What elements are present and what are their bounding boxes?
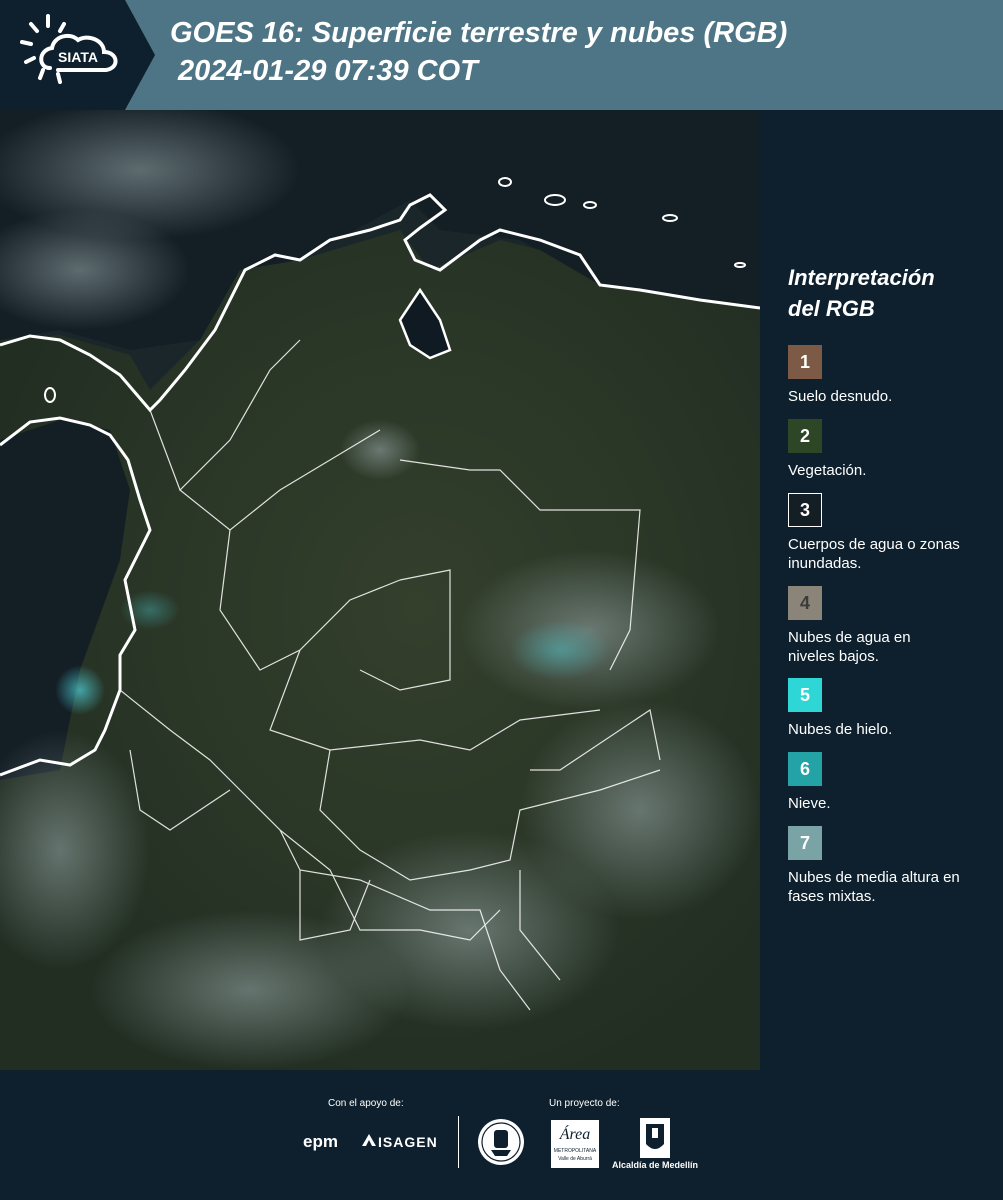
crest-icon (640, 1118, 670, 1158)
svg-text:SIATA: SIATA (58, 49, 98, 65)
area-metropolitana-logo: Área METROPOLITANA Valle de Aburrá (551, 1120, 599, 1168)
title-product: GOES 16: Superficie terrestre y nubes (R… (170, 17, 788, 49)
legend-label: Nieve. (788, 795, 831, 812)
legend-swatch: 7 (788, 826, 822, 860)
legend-item-bare-soil: 1 Suelo desnudo. (788, 345, 988, 406)
alcaldia-label: Alcaldía de Medellín (612, 1160, 699, 1170)
legend-item-snow: 6 Nieve. (788, 752, 988, 813)
title-datetime: 2024-01-29 07:39 COT (178, 55, 478, 87)
legend-label: Nubes de agua en niveles bajos. (788, 629, 911, 665)
rgb-map-graphic (0, 110, 760, 1070)
siata-logo-graphic: SIATA (0, 0, 155, 110)
project-label: Un proyecto de: (549, 1098, 620, 1109)
legend-swatch: 6 (788, 752, 822, 786)
seal-icon (478, 1119, 524, 1165)
header-bar: SIATA GOES 16: Superficie terrestre y nu… (0, 0, 1003, 110)
epm-logo: epm (303, 1132, 338, 1151)
support-label: Con el apoyo de: (328, 1098, 404, 1109)
legend-label: Nubes de media altura en fases mixtas. (788, 869, 960, 905)
footer-sponsors: Con el apoyo de: Un proyecto de: epm ISA… (0, 1070, 1003, 1200)
medellin-seal (477, 1118, 525, 1171)
satellite-map (0, 110, 760, 1070)
legend-item-mid-level-clouds: 7 Nubes de media altura en fases mixtas. (788, 826, 988, 906)
legend-title: Interpretación del RGB (788, 265, 935, 321)
isagen-icon (362, 1134, 376, 1146)
legend-swatch: 1 (788, 345, 822, 379)
legend-item-water-bodies: 3 Cuerpos de agua o zonas inundadas. (788, 493, 988, 573)
page-title: GOES 16: Superficie terrestre y nubes (R… (170, 14, 787, 90)
siata-logo: SIATA (0, 0, 155, 110)
legend-swatch: 5 (788, 678, 822, 712)
legend-label: Suelo desnudo. (788, 388, 893, 405)
legend-swatch: 2 (788, 419, 822, 453)
legend-swatch: 3 (788, 493, 822, 527)
legend-item-low-water-clouds: 4 Nubes de agua en niveles bajos. (788, 586, 988, 666)
legend-item-vegetation: 2 Vegetación. (788, 419, 988, 480)
legend-label: Nubes de hielo. (788, 721, 893, 738)
legend-label: Vegetación. (788, 462, 867, 479)
footer-divider (458, 1116, 459, 1168)
alcaldia-crest (640, 1118, 670, 1163)
legend-item-ice-clouds: 5 Nubes de hielo. (788, 678, 988, 739)
legend-panel: Interpretación del RGB 1 Suelo desnudo. … (760, 110, 1003, 1070)
legend-swatch: 4 (788, 586, 822, 620)
legend-label: Cuerpos de agua o zonas inundadas. (788, 536, 960, 572)
